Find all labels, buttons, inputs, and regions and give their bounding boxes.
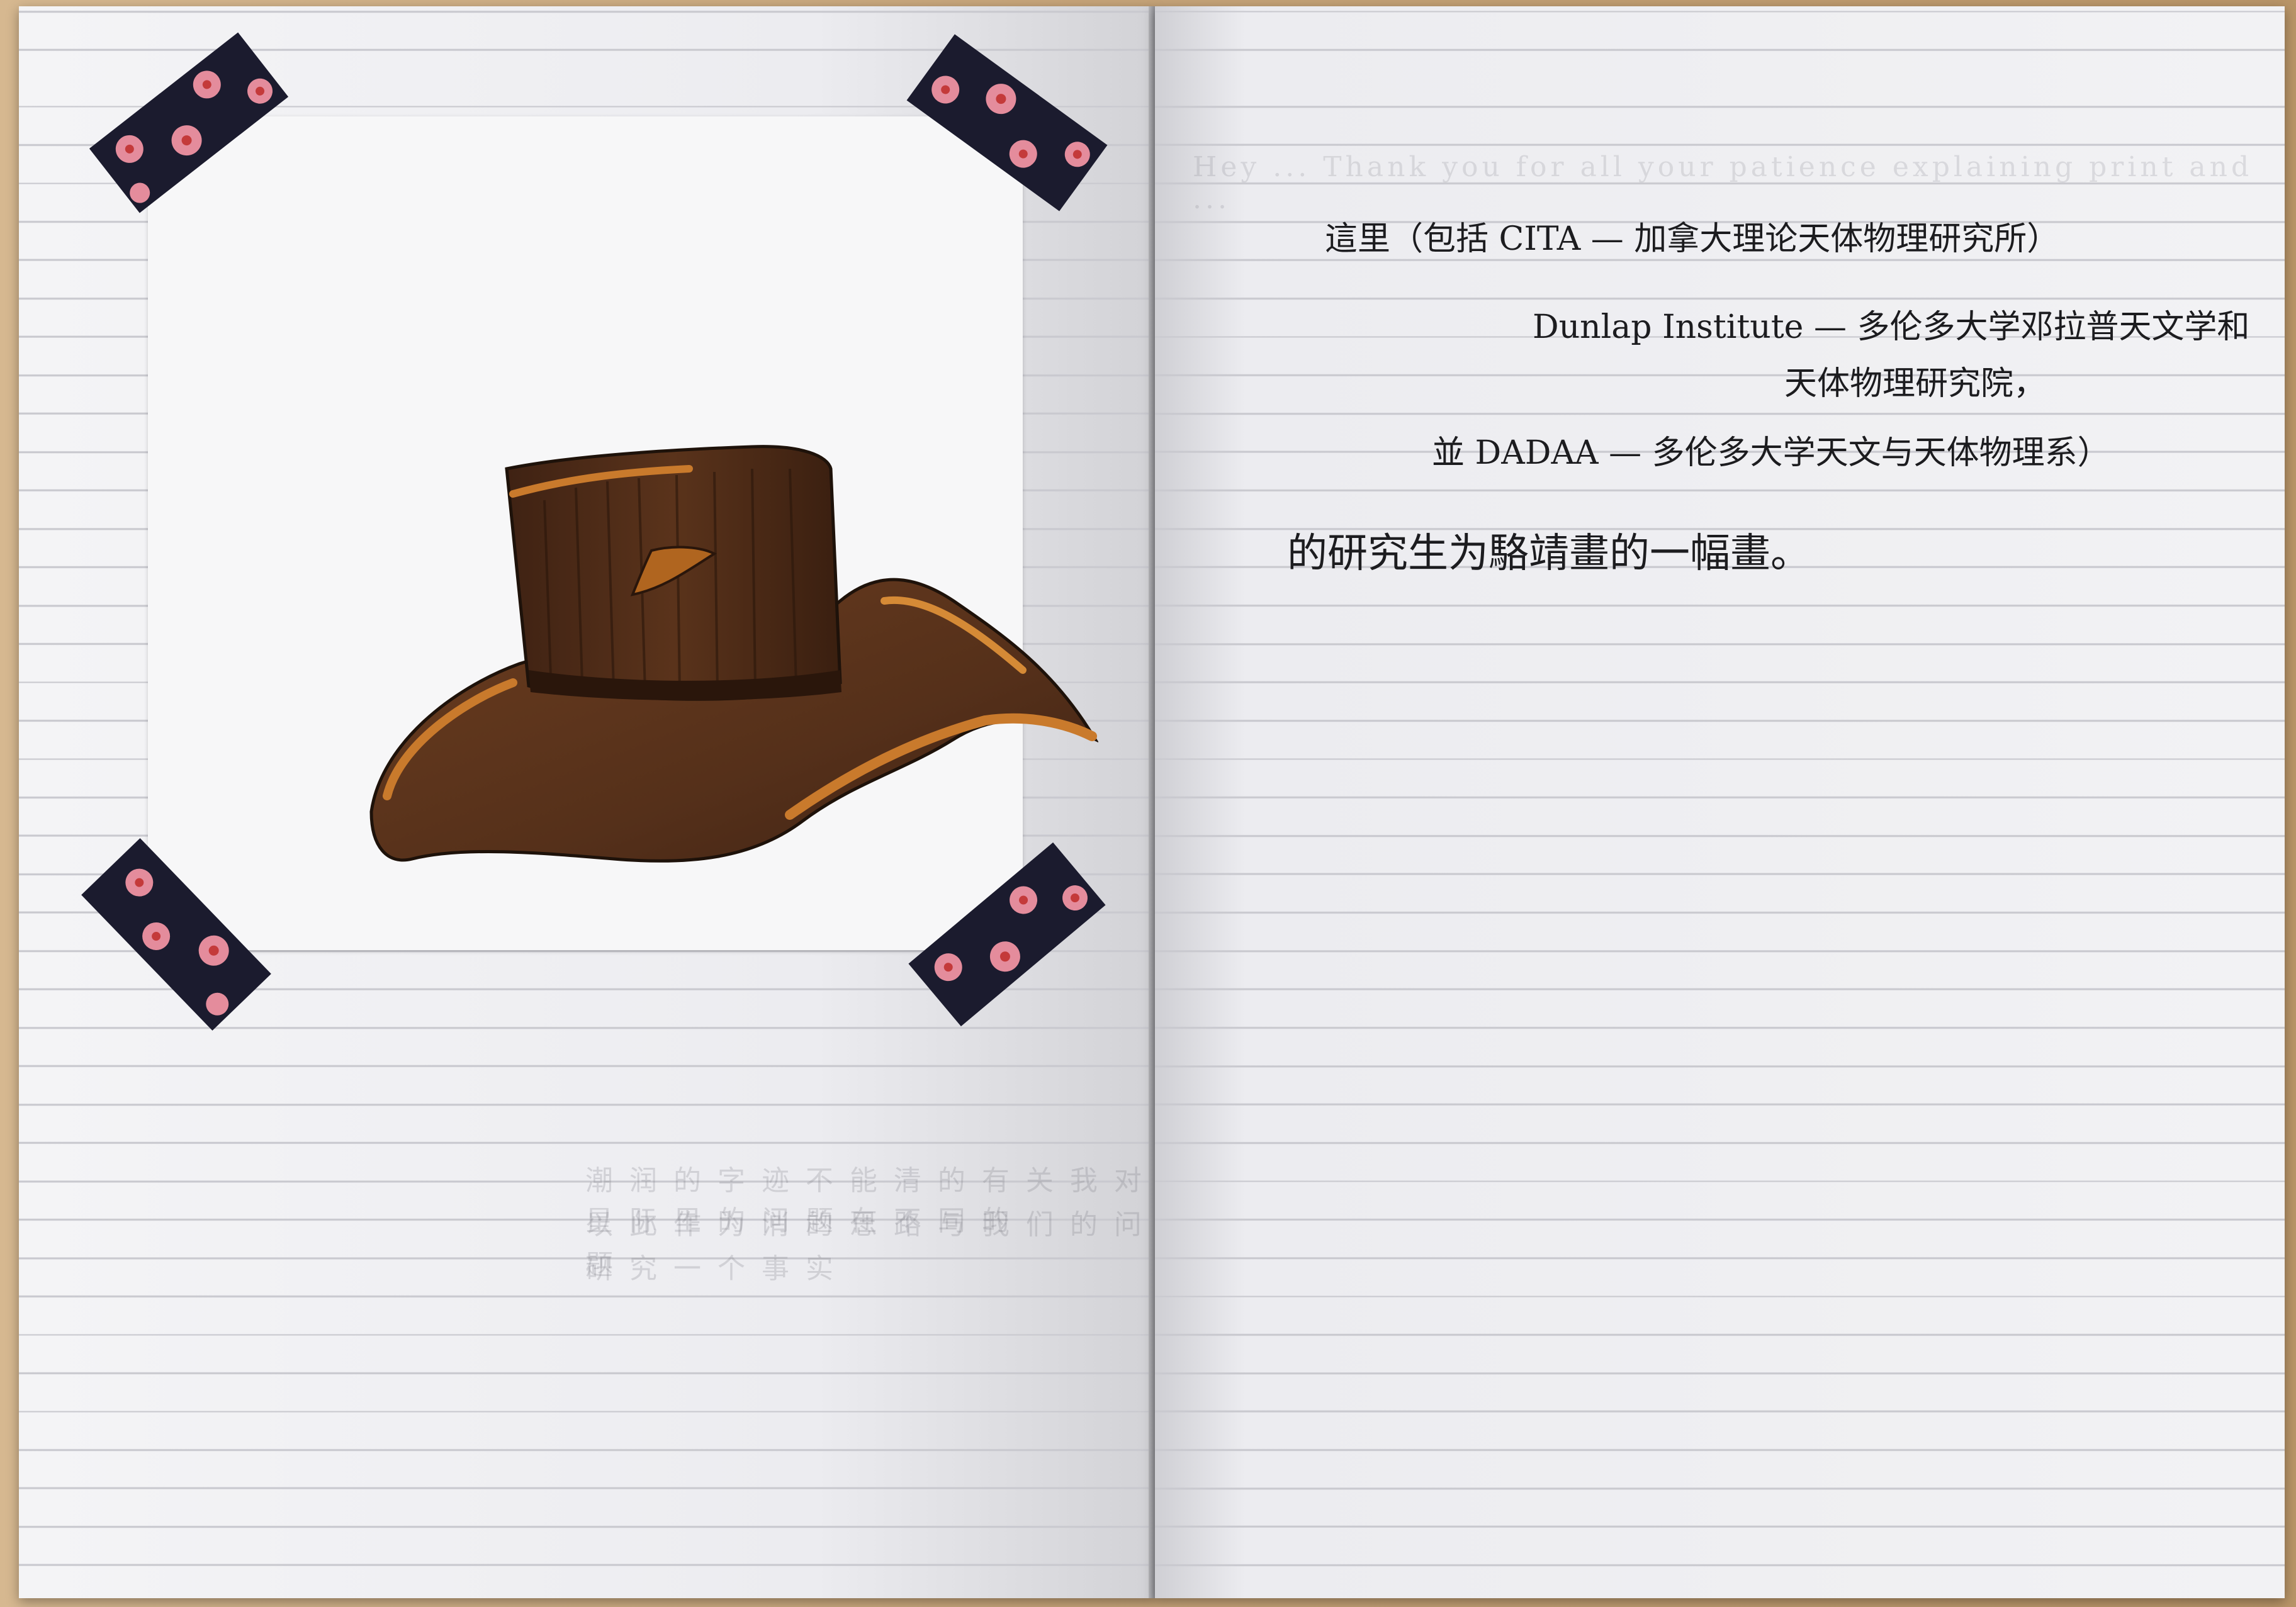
right-page: Hey ... Thank you for all your patience … xyxy=(1155,6,2285,1598)
left-page: 潮 润 的 字 迹 不 能 清 的 有 关 我 对 星 际 里 的 问 题 在 … xyxy=(19,6,1155,1598)
bleed-through-text: Hey ... Thank you for all your patience … xyxy=(1193,151,2253,215)
handwritten-line-3: 天体物理研究院， xyxy=(1784,365,2047,403)
open-notebook: 潮 润 的 字 迹 不 能 清 的 有 关 我 对 星 际 里 的 问 题 在 … xyxy=(19,6,2285,1598)
handwritten-line-4: 並 DADAA — 多伦多大学天文与天体物理系） xyxy=(1432,434,2110,472)
cowboy-hat-drawing xyxy=(362,444,1100,884)
handwritten-line-5: 的研究生为駱靖畫的一幅畫。 xyxy=(1287,530,1811,577)
handwritten-line-1: 這里（包括 CITA — 加拿大理论天体物理研究所） xyxy=(1325,220,2060,258)
drawing-card xyxy=(148,116,1100,950)
handwritten-line-2: Dunlap Institute — 多伦多大学邓拉普天文学和 xyxy=(1533,308,2250,346)
bleed-through-text: 研 究 一 个 事 实 xyxy=(585,1253,837,1285)
